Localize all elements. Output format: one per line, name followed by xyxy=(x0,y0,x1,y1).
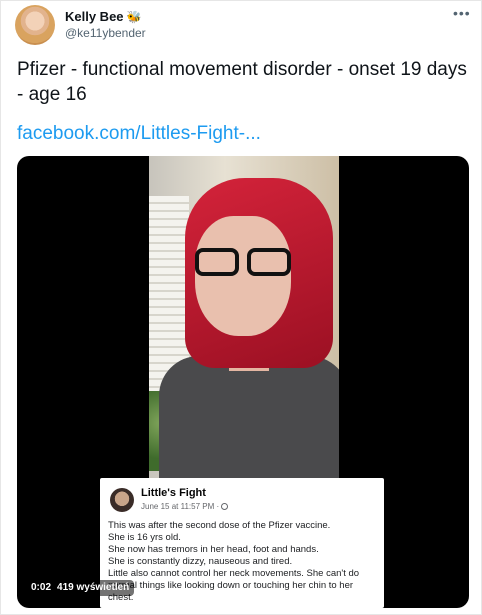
post-line: This was after the second dose of the Pf… xyxy=(108,520,331,531)
post-line: chest. xyxy=(108,592,134,603)
post-page-name: Little's Fight xyxy=(141,487,206,499)
video-time: 0:02 xyxy=(31,582,52,593)
embedded-facebook-post: Little's Fight June 15 at 11:57 PM · Thi… xyxy=(100,478,384,608)
glasses xyxy=(185,248,297,278)
post-body: This was after the second dose of the Pf… xyxy=(108,520,380,604)
author-handle[interactable]: @ke11ybender xyxy=(65,26,146,40)
tweet-text: Pfizer - functional movement disorder - … xyxy=(17,59,467,105)
post-line: She is 16 yrs old. xyxy=(108,532,181,543)
tweet-card: Kelly Bee 🐝 @ke11ybender ••• Pfizer - fun… xyxy=(0,0,482,615)
post-line: normal things like looking down or touch… xyxy=(108,580,354,591)
post-timestamp: June 15 at 11:57 PM · xyxy=(141,502,220,511)
globe-icon xyxy=(221,503,229,511)
post-line: She now has tremors in her head, foot an… xyxy=(108,544,319,555)
video-status-overlay: 0:02 419 wyświetleń xyxy=(26,580,135,596)
more-options-icon[interactable]: ••• xyxy=(453,5,471,21)
author-name-text[interactable]: Kelly Bee xyxy=(65,9,124,24)
glasses-lens-left xyxy=(195,248,239,276)
post-line: Little also cannot control her neck move… xyxy=(108,568,360,579)
post-meta: June 15 at 11:57 PM · xyxy=(141,502,229,511)
post-line: She is constantly dizzy, nauseous and ti… xyxy=(108,556,293,567)
post-avatar xyxy=(110,488,134,512)
video-views: 419 wyświetleń xyxy=(57,582,130,593)
tweet-link[interactable]: facebook.com/Littles-Fight-... xyxy=(17,123,261,145)
author-name[interactable]: Kelly Bee 🐝 xyxy=(65,9,142,24)
avatar[interactable] xyxy=(15,5,55,45)
video-player[interactable]: Little's Fight June 15 at 11:57 PM · Thi… xyxy=(17,156,469,608)
glasses-lens-right xyxy=(247,248,291,276)
bee-icon: 🐝 xyxy=(126,10,142,24)
